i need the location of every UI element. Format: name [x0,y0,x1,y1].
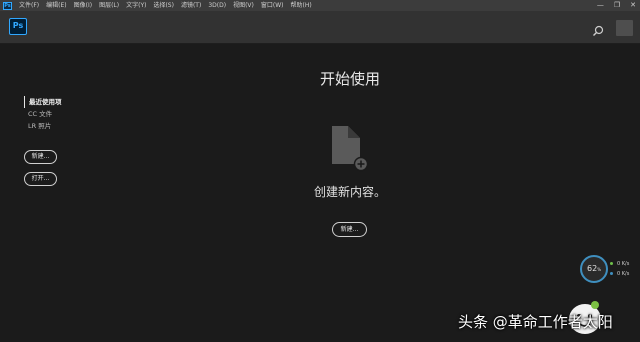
menu-bar: Ps 文件(F) 编辑(E) 图像(I) 图层(L) 文字(Y) 选择(S) 滤… [0,0,640,11]
cpu-value: 62 [587,264,598,273]
page-title: 开始使用 [319,70,380,88]
menu-help[interactable]: 帮助(H) [291,0,312,11]
download-stat: 0 K/s [610,271,629,277]
upload-unit: K/s [621,261,630,267]
create-new-button[interactable]: 新建... [332,222,367,237]
window-controls: — ❐ ✕ [597,0,636,11]
upload-dot-icon [610,262,613,265]
menu-select[interactable]: 选择(S) [153,0,174,11]
download-value: 0 [617,271,621,277]
cpu-unit: % [597,267,601,272]
new-document-icon [330,126,370,172]
download-unit: K/s [621,271,630,277]
avatar[interactable] [616,20,633,36]
menu-file[interactable]: 文件(F) [19,0,39,11]
sidebar-item-cc-files[interactable]: CC 文件 [24,108,104,120]
upload-value: 0 [617,261,621,267]
photoshop-logo[interactable]: Ps [9,18,27,35]
photoshop-window: Ps 文件(F) 编辑(E) 图像(I) 图层(L) 文字(Y) 选择(S) 滤… [0,0,640,342]
app-icon[interactable]: Ps [3,1,12,10]
sidebar: 最近使用项 CC 文件 LR 照片 新建... 打开... [24,96,104,186]
search-icon[interactable] [592,22,604,36]
cpu-gauge: 62% [580,255,608,283]
menu-edit[interactable]: 编辑(E) [46,0,66,11]
upload-stat: 0 K/s [610,261,629,267]
menu-view[interactable]: 视图(V) [233,0,254,11]
menu-layer[interactable]: 图层(L) [99,0,119,11]
sidebar-item-lr-photos[interactable]: LR 照片 [24,120,104,132]
menu-image[interactable]: 图像(I) [74,0,92,11]
download-dot-icon [610,272,613,275]
empty-state-text: 创建新内容。 [313,185,386,199]
menu-window[interactable]: 窗口(W) [261,0,284,11]
menu-filter[interactable]: 滤镜(T) [181,0,201,11]
header-bar: Ps [0,11,640,44]
close-button[interactable]: ✕ [630,0,636,11]
open-button[interactable]: 打开... [24,172,57,186]
watermark-text: 头条 @革命工作者太阳 [458,313,613,331]
new-button[interactable]: 新建... [24,150,57,164]
menu-type[interactable]: 文字(Y) [126,0,146,11]
menu-3d[interactable]: 3D(D) [208,0,226,11]
sidebar-item-recent[interactable]: 最近使用项 [24,96,104,108]
minimize-button[interactable]: — [597,0,604,11]
restore-button[interactable]: ❐ [614,0,620,11]
performance-widget: 62% 0 K/s 0 K/s [580,255,640,287]
